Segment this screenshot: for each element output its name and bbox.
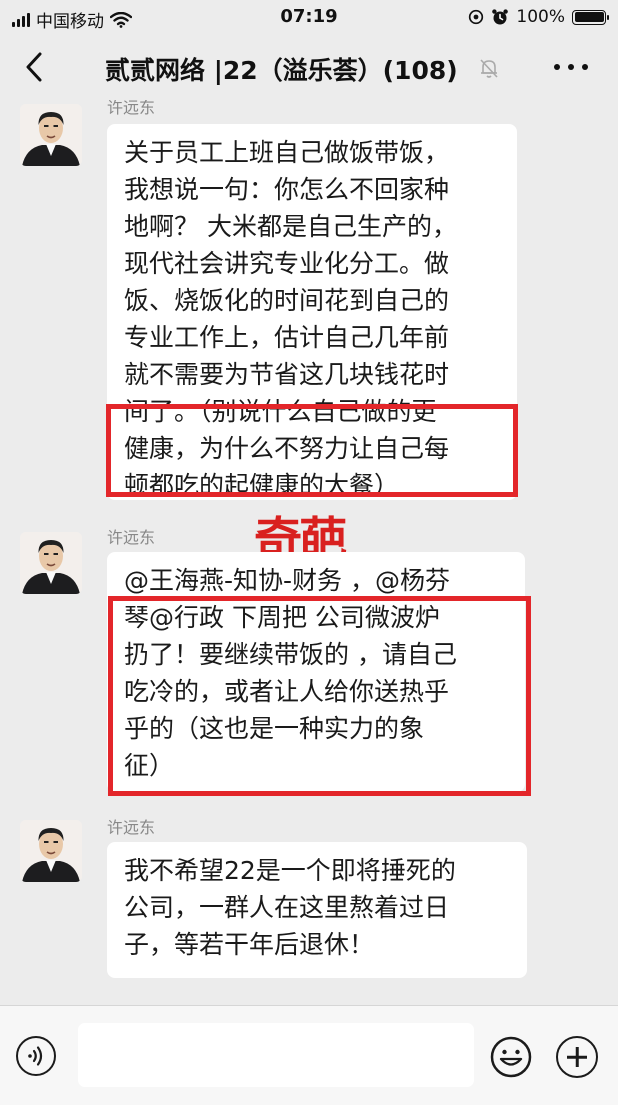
avatar-person-icon [20, 532, 82, 594]
sender-name: 许远东 [107, 818, 156, 837]
status-bar: 中国移动 07:19 100% [0, 0, 618, 34]
message-list[interactable]: 许远东 关于员工上班自己做饭带饭， 我想说一句：你怎么不回家种 地啊？ 大米都是… [0, 100, 618, 1005]
message-line: 关于员工上班自己做饭带饭， [124, 138, 450, 167]
voice-icon [28, 1046, 43, 1066]
message-line: 扔了！要继续带饭的 ，请自己 [124, 640, 457, 669]
sender-name: 许远东 [107, 528, 156, 547]
location-icon [469, 9, 484, 25]
message-line: 专业工作上，估计自己几年前 [124, 323, 450, 352]
message-bubble[interactable]: 关于员工上班自己做饭带饭， 我想说一句：你怎么不回家种 地啊？ 大米都是自己生产… [107, 124, 517, 500]
message-line: 饭、烧饭化的时间花到自己的 [124, 286, 450, 315]
message-bubble[interactable]: 我不希望22是一个即将捶死的 公司，一群人在这里熬着过日 子，等若干年后退休！ [107, 842, 527, 978]
message-line: @王海燕-知协-财务 ，@杨芬 [124, 566, 450, 595]
voice-button[interactable] [16, 1036, 56, 1076]
message-line: 征） [124, 751, 175, 780]
chevron-left-icon [26, 52, 42, 82]
message-bubble[interactable]: @王海燕-知协-财务 ，@杨芬 琴@行政 下周把 公司微波炉 扔了！要继续带饭的… [107, 552, 525, 792]
message-line: 间了。（别说什么自己做的更 [124, 397, 437, 426]
message-line: 地啊？ 大米都是自己生产的， [124, 212, 457, 241]
avatar-person-icon [20, 820, 82, 882]
sender-name: 许远东 [107, 100, 156, 117]
alarm-icon [492, 9, 509, 25]
avatar[interactable] [20, 820, 82, 882]
message-line: 子，等若干年后退休！ [124, 930, 375, 959]
bell-muted-icon [480, 59, 498, 78]
avatar-person-icon [20, 104, 82, 166]
input-bar [0, 1005, 618, 1105]
message-line: 顿都吃的起健康的大餐） [124, 471, 400, 500]
message-line: 我想说一句：你怎么不回家种 [124, 175, 450, 204]
more-dots-icon [554, 64, 560, 70]
message-line: 吃冷的，或者让人给你送热乎 [124, 677, 450, 706]
plus-button[interactable] [556, 1036, 598, 1078]
avatar[interactable] [20, 532, 82, 594]
message-line: 琴@行政 下周把 公司微波炉 [124, 603, 440, 632]
chat-title: 贰贰网络 |22（溢乐荟）(108) [105, 56, 458, 85]
battery-icon [572, 9, 609, 25]
message-line: 乎的（这也是一种实力的象 [124, 714, 425, 743]
message-input[interactable] [78, 1023, 474, 1087]
avatar[interactable] [20, 104, 82, 166]
message-line: 公司，一群人在这里熬着过日 [124, 893, 450, 922]
emoji-button[interactable] [490, 1036, 532, 1078]
emoji-icon [490, 1036, 532, 1078]
chat-header: 贰贰网络 |22（溢乐荟）(108) [0, 34, 618, 100]
message-line: 现代社会讲究专业化分工。做 [124, 249, 450, 278]
more-button[interactable] [554, 55, 588, 79]
battery-percent: 100% [516, 7, 565, 27]
message-line: 就不需要为节省这几块钱花时 [124, 360, 450, 389]
message-line: 健康，为什么不努力让自己每 [124, 434, 450, 463]
message-line: 我不希望22是一个即将捶死的 [124, 856, 456, 885]
back-button[interactable] [20, 50, 50, 84]
status-right: 100% [468, 7, 609, 27]
